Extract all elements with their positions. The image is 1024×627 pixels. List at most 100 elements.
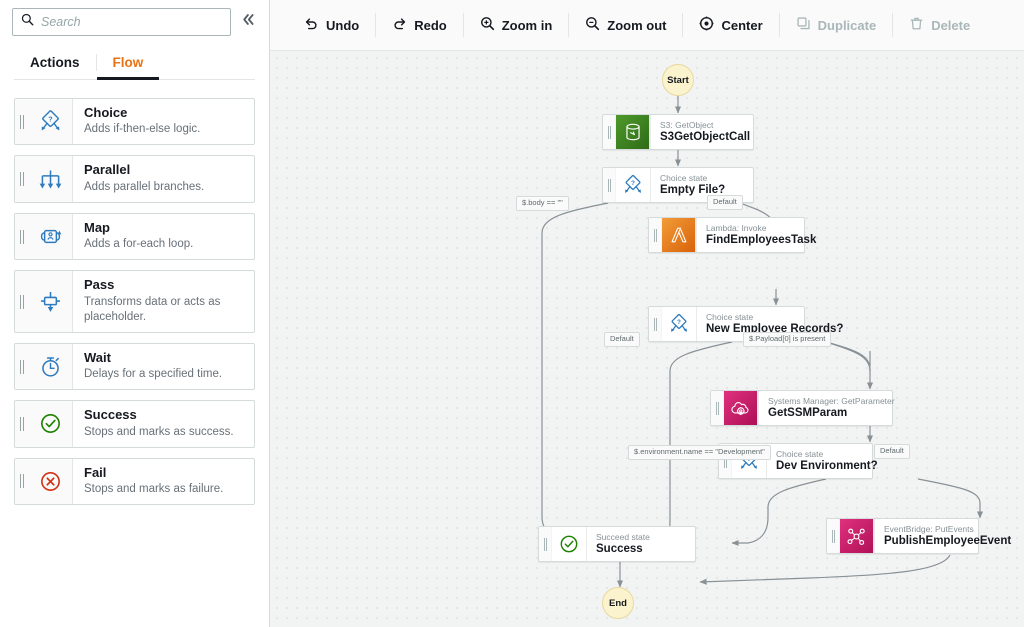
node-subtitle: Lambda: Invoke	[706, 223, 816, 234]
edge-label-dev-environment-true[interactable]: $.environment.name == "Development"	[628, 445, 771, 460]
workflow-studio: Search Actions Flow	[0, 0, 1024, 627]
start-node[interactable]: Start	[662, 64, 694, 96]
flow-item-choice[interactable]: ? Choice Adds if-then-else logic.	[14, 98, 255, 145]
node-name: S3GetObjectCall	[660, 130, 750, 144]
delete-button[interactable]: Delete	[893, 10, 986, 40]
zoom-in-label: Zoom in	[502, 18, 553, 33]
node-success[interactable]: Succeed state Success	[538, 526, 696, 562]
drag-handle-icon[interactable]	[15, 459, 29, 504]
node-text: Systems Manager: GetParameter GetSSMPara…	[758, 391, 907, 425]
lambda-icon	[662, 218, 696, 252]
edge-label-empty-file-true[interactable]: $.body == ""	[516, 196, 569, 211]
choice-icon: ?	[662, 307, 696, 341]
search-input[interactable]: Search	[12, 8, 231, 36]
delete-label: Delete	[931, 18, 970, 33]
node-findemployeestask[interactable]: Lambda: Invoke FindEmployeesTask	[648, 217, 805, 253]
duplicate-button[interactable]: Duplicate	[780, 10, 893, 40]
flow-items-list: ? Choice Adds if-then-else logic.	[0, 80, 269, 505]
undo-label: Undo	[326, 18, 359, 33]
node-publishemployeeevent[interactable]: EventBridge: PutEvents PublishEmployeeEv…	[826, 518, 979, 554]
center-icon	[699, 16, 714, 34]
edge-label-new-employee-default[interactable]: Default	[604, 332, 640, 347]
node-subtitle: Systems Manager: GetParameter	[768, 396, 895, 407]
drag-handle-icon[interactable]	[15, 156, 29, 201]
zoom-out-button[interactable]: Zoom out	[569, 10, 682, 40]
flow-item-desc: Adds a for-each loop.	[84, 237, 246, 252]
map-icon	[29, 214, 73, 259]
duplicate-icon	[796, 16, 811, 34]
redo-label: Redo	[414, 18, 447, 33]
flow-item-parallel[interactable]: Parallel Adds parallel branches.	[14, 155, 255, 202]
tab-flow[interactable]: Flow	[97, 46, 160, 79]
duplicate-label: Duplicate	[818, 18, 877, 33]
node-getssmparam[interactable]: Systems Manager: GetParameter GetSSMPara…	[710, 390, 893, 426]
node-drag-handle[interactable]	[711, 391, 724, 425]
success-icon	[29, 401, 73, 446]
panel-tabs: Actions Flow	[14, 46, 255, 80]
right-side: Undo Redo	[270, 0, 1024, 627]
pass-icon	[29, 271, 73, 332]
flow-item-title: Wait	[84, 350, 246, 366]
tab-actions-label: Actions	[30, 55, 80, 70]
undo-button[interactable]: Undo	[288, 10, 375, 40]
node-s3getobjectcall[interactable]: S3: GetObject S3GetObjectCall	[602, 114, 754, 150]
center-label: Center	[721, 18, 762, 33]
node-drag-handle[interactable]	[827, 519, 840, 553]
node-subtitle: Succeed state	[596, 532, 683, 543]
center-button[interactable]: Center	[683, 10, 778, 40]
edge-label-text: Default	[610, 334, 634, 343]
flow-item-wait[interactable]: Wait Delays for a specified time.	[14, 343, 255, 390]
flow-item-title: Fail	[84, 465, 246, 481]
node-subtitle: EventBridge: PutEvents	[884, 524, 1011, 535]
flow-item-text: Wait Delays for a specified time.	[73, 344, 254, 389]
node-name: PublishEmployeeEvent	[884, 534, 1011, 548]
node-name: FindEmployeesTask	[706, 233, 816, 247]
flow-item-success[interactable]: Success Stops and marks as success.	[14, 400, 255, 447]
node-text: S3: GetObject S3GetObjectCall	[650, 115, 762, 149]
workflow-canvas[interactable]: Start S3: GetObject S3GetObjectCa	[270, 51, 1024, 627]
flow-item-map[interactable]: Map Adds a for-each loop.	[14, 213, 255, 260]
drag-handle-icon[interactable]	[15, 401, 29, 446]
start-node-label: Start	[667, 75, 689, 86]
edge-label-empty-file-default[interactable]: Default	[707, 195, 743, 210]
node-subtitle: Choice state	[776, 449, 878, 460]
collapse-panel-button[interactable]	[237, 9, 259, 35]
drag-handle-icon[interactable]	[15, 271, 29, 332]
flow-item-title: Parallel	[84, 162, 246, 178]
svg-text:?: ?	[48, 115, 52, 124]
zoom-in-button[interactable]: Zoom in	[464, 10, 569, 40]
flow-item-fail[interactable]: Fail Stops and marks as failure.	[14, 458, 255, 505]
flow-item-desc: Adds if-then-else logic.	[84, 122, 246, 137]
node-subtitle: Choice state	[706, 312, 843, 323]
edge-label-payload-present[interactable]: $.Payload[0] is present	[743, 332, 831, 347]
flow-item-title: Success	[84, 407, 246, 423]
flow-item-desc: Transforms data or acts as placeholder.	[84, 295, 246, 325]
flow-item-title: Map	[84, 220, 246, 236]
eventbridge-icon	[840, 519, 874, 553]
drag-handle-icon[interactable]	[15, 344, 29, 389]
flow-item-pass[interactable]: Pass Transforms data or acts as placehol…	[14, 270, 255, 333]
redo-icon	[392, 16, 407, 34]
node-drag-handle[interactable]	[603, 115, 616, 149]
node-drag-handle[interactable]	[649, 307, 662, 341]
node-name: GetSSMParam	[768, 406, 895, 420]
tab-flow-label: Flow	[113, 55, 144, 70]
flow-item-title: Pass	[84, 277, 246, 293]
zoom-in-icon	[480, 16, 495, 34]
drag-handle-icon[interactable]	[15, 214, 29, 259]
node-drag-handle[interactable]	[649, 218, 662, 252]
node-text: Choice state Dev Environment?	[766, 444, 890, 478]
tab-actions[interactable]: Actions	[14, 46, 96, 79]
edge-label-text: Default	[880, 446, 904, 455]
end-node[interactable]: End	[602, 587, 634, 619]
zoom-out-label: Zoom out	[607, 18, 666, 33]
drag-handle-icon[interactable]	[15, 99, 29, 144]
node-drag-handle[interactable]	[603, 168, 616, 202]
flow-item-text: Fail Stops and marks as failure.	[73, 459, 254, 504]
node-subtitle: S3: GetObject	[660, 120, 750, 131]
flow-item-text: Map Adds a for-each loop.	[73, 214, 254, 259]
redo-button[interactable]: Redo	[376, 10, 463, 40]
node-drag-handle[interactable]	[539, 527, 552, 561]
edge-label-dev-environment-default[interactable]: Default	[874, 444, 910, 459]
flow-item-text: Parallel Adds parallel branches.	[73, 156, 254, 201]
